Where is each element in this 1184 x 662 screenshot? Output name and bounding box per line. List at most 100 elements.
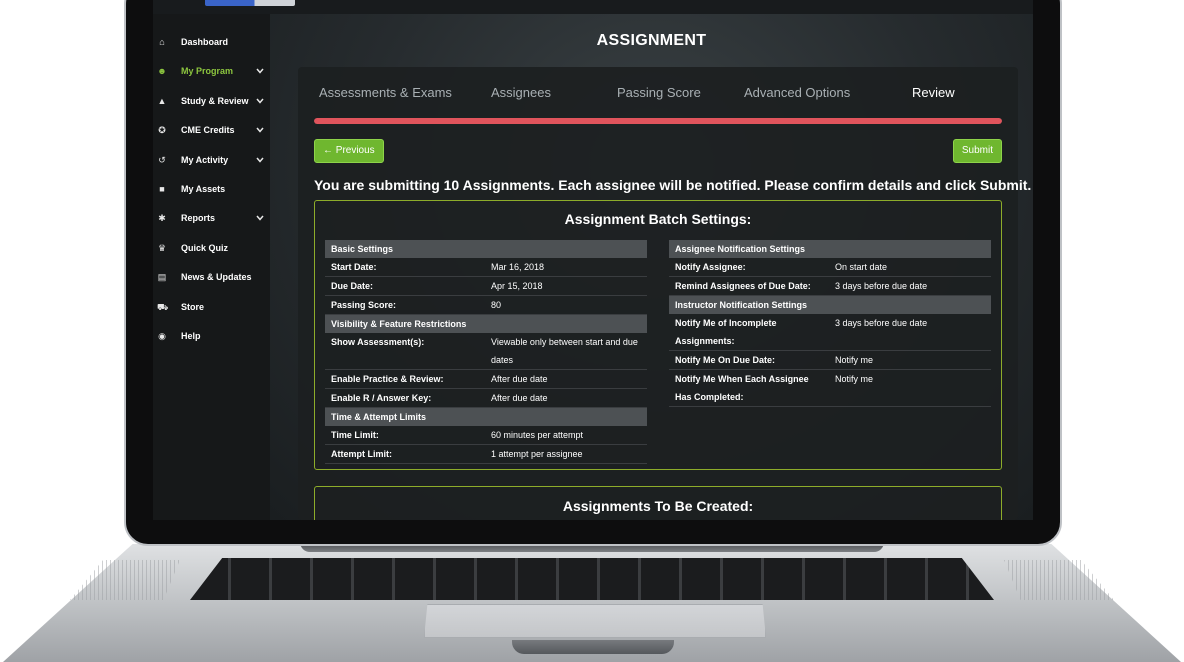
batch-settings-title: Assignment Batch Settings: xyxy=(564,211,752,227)
settings-key: Enable Practice & Review: xyxy=(331,374,444,384)
top-bar xyxy=(153,0,1033,14)
settings-row: Start Date: Mar 16, 2018 xyxy=(325,258,647,277)
sidebar-item-quick-quiz[interactable]: ♛ Quick Quiz xyxy=(153,237,270,259)
settings-value: 1 attempt per assignee xyxy=(491,449,583,459)
settings-section-heading: Visibility & Feature Restrictions xyxy=(325,315,647,333)
settings-value: 3 days before due date xyxy=(835,318,928,328)
chevron-down-icon xyxy=(256,98,264,104)
chevron-down-icon xyxy=(256,157,264,163)
tab-advanced-options[interactable]: Advanced Options xyxy=(744,85,850,100)
settings-value: After due date xyxy=(491,393,548,403)
wizard-panel: Assessments & Exams Assignees Passing Sc… xyxy=(298,67,1031,520)
settings-key: Notify Me On Due Date: xyxy=(675,355,776,365)
sidebar-item-label: Dashboard xyxy=(181,37,229,47)
sidebar-item-label: My Program xyxy=(181,66,234,76)
settings-row: Notify Assignee: On start date xyxy=(669,258,991,277)
settings-section-heading: Instructor Notification Settings xyxy=(669,296,991,314)
settings-row: Remind Assignees of Due Date: 3 days befo… xyxy=(669,277,991,296)
home-icon: ⌂ xyxy=(159,37,165,47)
settings-section-heading: Time & Attempt Limits xyxy=(325,408,647,426)
sidebar-item-my-program[interactable]: ☻ My Program xyxy=(153,60,270,82)
settings-key: Time Limit: xyxy=(331,430,379,440)
newspaper-icon: ▤ xyxy=(157,272,167,282)
speaker-grille-right xyxy=(1004,560,1114,600)
batch-settings-left: Basic Settings Start Date: Mar 16, 2018 Due… xyxy=(325,240,647,464)
sidebar-item-label: My Assets xyxy=(181,184,226,194)
laptop-screen: ⌂ Dashboard ☻ My Program ▲ Study & Review ✪ CME… xyxy=(153,0,1033,520)
chevron-down-icon xyxy=(256,215,264,221)
tab-passing-score[interactable]: Passing Score xyxy=(617,85,701,100)
sidebar-item-label: News & Updates xyxy=(181,272,252,282)
sidebar: ⌂ Dashboard ☻ My Program ▲ Study & Review ✪ CME… xyxy=(153,14,270,520)
settings-key: Attempt Limit: xyxy=(331,449,392,459)
page-title: ASSIGNMENT xyxy=(596,32,707,49)
main-content: ASSIGNMENT Assessments & Exams Assignees… xyxy=(270,14,1033,520)
book-icon: ■ xyxy=(159,184,165,194)
sidebar-item-label: Study & Review xyxy=(181,96,249,106)
tab-assessments-exams[interactable]: Assessments & Exams xyxy=(319,85,452,100)
users-icon: ☻ xyxy=(157,66,167,76)
history-icon: ↺ xyxy=(158,155,166,165)
settings-row: Notify Me When Each Assignee Has Complet… xyxy=(669,370,991,407)
tab-assignees[interactable]: Assignees xyxy=(491,85,551,100)
settings-row: Due Date: Apr 15, 2018 xyxy=(325,277,647,296)
sidebar-item-dashboard[interactable]: ⌂ Dashboard xyxy=(153,31,270,53)
settings-row: Enable R / Answer Key: After due date xyxy=(325,389,647,408)
settings-value: After due date xyxy=(491,374,548,384)
settings-value: Apr 15, 2018 xyxy=(491,281,543,291)
sidebar-item-reports[interactable]: ✱ Reports xyxy=(153,207,270,229)
sidebar-item-cme-credits[interactable]: ✪ CME Credits xyxy=(153,119,270,141)
settings-key: Show Assessment(s): xyxy=(331,337,425,347)
laptop-keyboard xyxy=(190,558,994,600)
settings-key: Start Date: xyxy=(331,262,377,272)
trophy-icon: ♛ xyxy=(157,243,167,253)
settings-value: 3 days before due date xyxy=(835,281,928,291)
assignments-created-title: Assignments To Be Created: xyxy=(562,498,754,514)
settings-section-heading: Basic Settings xyxy=(325,240,647,258)
laptop-trackpad xyxy=(424,604,766,638)
previous-button[interactable]: ← Previous xyxy=(314,139,384,163)
settings-key: Due Date: xyxy=(331,281,374,291)
assignments-created-box: Assignments To Be Created: xyxy=(314,486,1002,520)
settings-value: Notify me xyxy=(835,355,874,365)
sidebar-item-label: CME Credits xyxy=(181,125,235,135)
laptop-notch xyxy=(512,640,674,654)
wizard-progress-bar xyxy=(314,118,1002,124)
sidebar-item-study-review[interactable]: ▲ Study & Review xyxy=(153,90,270,112)
settings-value: Mar 16, 2018 xyxy=(491,262,545,272)
settings-row: Passing Score: 80 xyxy=(325,296,647,315)
batch-settings-right: Assignee Notification Settings Notify Ass… xyxy=(669,240,991,407)
settings-section-heading: Assignee Notification Settings xyxy=(669,240,991,258)
life-ring-icon: ◉ xyxy=(158,331,166,341)
settings-row: Enable Practice & Review: After due date xyxy=(325,370,647,389)
sidebar-item-help[interactable]: ◉ Help xyxy=(153,325,270,347)
submit-button[interactable]: Submit xyxy=(952,139,1002,163)
sidebar-item-label: Reports xyxy=(181,213,216,223)
sidebar-item-my-assets[interactable]: ■ My Assets xyxy=(153,178,270,200)
settings-value: On start date xyxy=(835,262,888,272)
sidebar-item-news-updates[interactable]: ▤ News & Updates xyxy=(153,266,270,288)
sidebar-item-label: Quick Quiz xyxy=(181,243,229,253)
settings-key: Remind Assignees of Due Date: xyxy=(675,281,811,291)
tab-review[interactable]: Review xyxy=(912,85,955,100)
settings-row: Time Limit: 60 minutes per attempt xyxy=(325,426,647,445)
settings-key: Notify Assignee: xyxy=(675,262,746,272)
sidebar-item-label: My Activity xyxy=(181,155,229,165)
graduation-cap-icon: ▲ xyxy=(157,96,167,106)
sidebar-item-store[interactable]: ⛟ Store xyxy=(153,296,270,318)
batch-settings-box: Assignment Batch Settings: Basic Setting… xyxy=(314,200,1002,470)
sidebar-item-my-activity[interactable]: ↺ My Activity xyxy=(153,149,270,171)
settings-row: Attempt Limit: 1 attempt per assignee xyxy=(325,445,647,464)
settings-key: Notify Me of Incomplete Assignments: xyxy=(675,318,777,346)
chevron-down-icon xyxy=(256,68,264,74)
settings-key: Notify Me When Each Assignee Has Complet… xyxy=(675,374,809,402)
wizard-tabs: Assessments & Exams Assignees Passing Sc… xyxy=(298,85,1018,105)
settings-value: 80 xyxy=(491,300,502,310)
settings-value: Notify me xyxy=(835,374,874,384)
settings-key: Passing Score: xyxy=(331,300,397,310)
settings-row: Notify Me On Due Date: Notify me xyxy=(669,351,991,370)
sidebar-item-label: Store xyxy=(181,302,205,312)
cart-icon: ⛟ xyxy=(157,302,169,312)
settings-key: Enable R / Answer Key: xyxy=(331,393,432,403)
wrench-icon: ✱ xyxy=(158,213,166,223)
